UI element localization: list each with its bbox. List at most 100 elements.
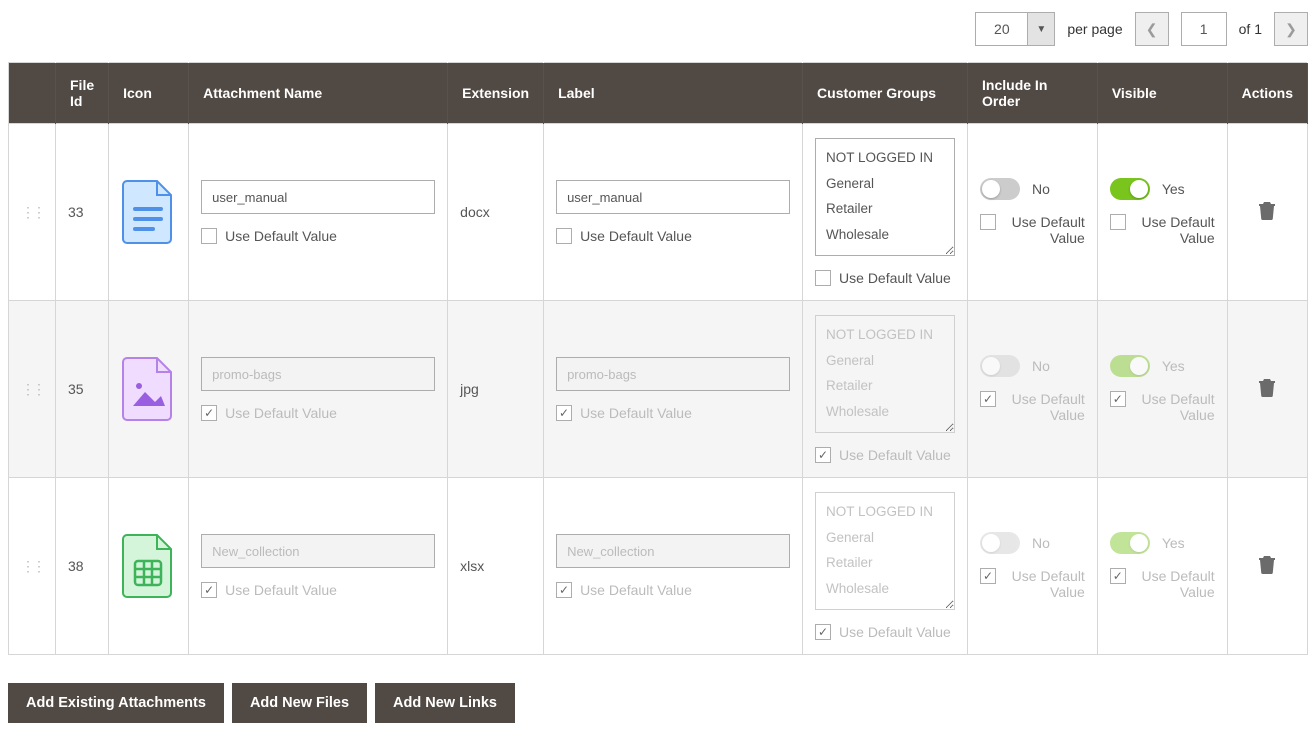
use-default-label: Use Default Value [1008,214,1085,246]
label-input [556,534,790,568]
file-id: 33 [56,124,109,301]
toggle[interactable] [980,178,1020,200]
use-default-label: Use Default Value [225,582,337,598]
customer-groups-select: NOT LOGGED INGeneralRetailerWholesale [815,315,955,433]
use-default-label: Use Default Value [1138,568,1215,600]
pager: ▼ per page ❮ of 1 ❯ [8,6,1308,62]
checkbox[interactable]: ✓ [1110,391,1126,407]
checkbox[interactable]: ✓ [980,391,996,407]
drag-handle-icon[interactable]: ⋮⋮ [21,204,43,220]
use-default-label: Use Default Value [839,447,951,463]
extension: xlsx [448,478,544,655]
chevron-right-icon: ❯ [1285,21,1297,38]
chevron-left-icon: ❮ [1146,21,1158,38]
col-file-id: File Id [56,63,109,124]
col-visible: Visible [1097,63,1227,124]
list-item: General [826,348,944,374]
use-default-label: Use Default Value [839,624,951,640]
of-label: of 1 [1239,21,1262,37]
use-default-label: Use Default Value [225,405,337,421]
list-item[interactable]: Retailer [826,196,944,222]
toggle-label: Yes [1162,535,1185,551]
list-item: Wholesale [826,399,944,425]
use-default-label: Use Default Value [839,270,951,286]
file-id: 35 [56,301,109,478]
checkbox[interactable]: ✓ [201,582,217,598]
list-item[interactable]: Wholesale [826,222,944,248]
page-size-value[interactable] [975,12,1027,46]
checkbox[interactable] [556,228,572,244]
current-page-input[interactable] [1181,12,1227,46]
checkbox[interactable]: ✓ [556,405,572,421]
toggle[interactable] [1110,178,1150,200]
use-default-label: Use Default Value [1138,391,1215,423]
file-type-icon [121,179,175,245]
checkbox[interactable]: ✓ [201,405,217,421]
checkbox[interactable] [1110,214,1126,230]
list-item[interactable]: NOT LOGGED IN [826,145,944,171]
checkbox[interactable]: ✓ [815,624,831,640]
use-default-label: Use Default Value [1008,568,1085,600]
toggle [980,532,1020,554]
delete-button[interactable] [1258,558,1276,578]
label-input[interactable] [556,180,790,214]
use-default-label: Use Default Value [225,228,337,244]
use-default-label: Use Default Value [1008,391,1085,423]
col-order: Include In Order [968,63,1098,124]
col-drag [9,63,56,124]
file-id: 38 [56,478,109,655]
checkbox[interactable]: ✓ [980,568,996,584]
prev-page-button[interactable]: ❮ [1135,12,1169,46]
trash-icon [1258,377,1276,397]
checkbox[interactable] [980,214,996,230]
drag-handle-icon[interactable]: ⋮⋮ [21,381,43,397]
customer-groups-select[interactable]: NOT LOGGED INGeneralRetailerWholesale [815,138,955,256]
toggle [1110,532,1150,554]
col-label: Label [544,63,803,124]
toggle [1110,355,1150,377]
drag-handle-icon[interactable]: ⋮⋮ [21,558,43,574]
toggle-label: No [1032,358,1050,374]
list-item: Retailer [826,550,944,576]
checkbox[interactable] [201,228,217,244]
list-item: Retailer [826,373,944,399]
list-item[interactable]: General [826,171,944,197]
add-new-links-button[interactable]: Add New Links [375,683,515,723]
trash-icon [1258,200,1276,220]
checkbox[interactable] [815,270,831,286]
attachment-name-input [201,357,435,391]
checkbox[interactable]: ✓ [556,582,572,598]
attachments-table: File Id Icon Attachment Name Extension L… [8,62,1308,655]
checkbox[interactable]: ✓ [1110,568,1126,584]
col-icon: Icon [109,63,189,124]
toggle [980,355,1020,377]
action-buttons: Add Existing Attachments Add New Files A… [8,683,1308,723]
checkbox[interactable]: ✓ [815,447,831,463]
list-item: NOT LOGGED IN [826,322,944,348]
next-page-button[interactable]: ❯ [1274,12,1308,46]
use-default-label: Use Default Value [1138,214,1215,246]
attachment-name-input[interactable] [201,180,435,214]
add-existing-button[interactable]: Add Existing Attachments [8,683,224,723]
col-cg: Customer Groups [803,63,968,124]
attachment-name-input [201,534,435,568]
col-ext: Extension [448,63,544,124]
delete-button[interactable] [1258,381,1276,401]
col-name: Attachment Name [189,63,448,124]
extension: jpg [448,301,544,478]
col-actions: Actions [1227,63,1307,124]
page-size-select[interactable]: ▼ [975,12,1055,46]
label-input [556,357,790,391]
delete-button[interactable] [1258,204,1276,224]
customer-groups-select: NOT LOGGED INGeneralRetailerWholesale [815,492,955,610]
table-row: ⋮⋮ 35 ✓ Use Default Value jpg ✓ Use Defa… [9,301,1308,478]
file-type-icon [121,533,175,599]
use-default-label: Use Default Value [580,228,692,244]
dropdown-icon[interactable]: ▼ [1027,12,1055,46]
add-new-files-button[interactable]: Add New Files [232,683,367,723]
toggle-label: No [1032,181,1050,197]
file-type-icon [121,356,175,422]
toggle-label: No [1032,535,1050,551]
list-item: NOT LOGGED IN [826,499,944,525]
list-item: General [826,525,944,551]
